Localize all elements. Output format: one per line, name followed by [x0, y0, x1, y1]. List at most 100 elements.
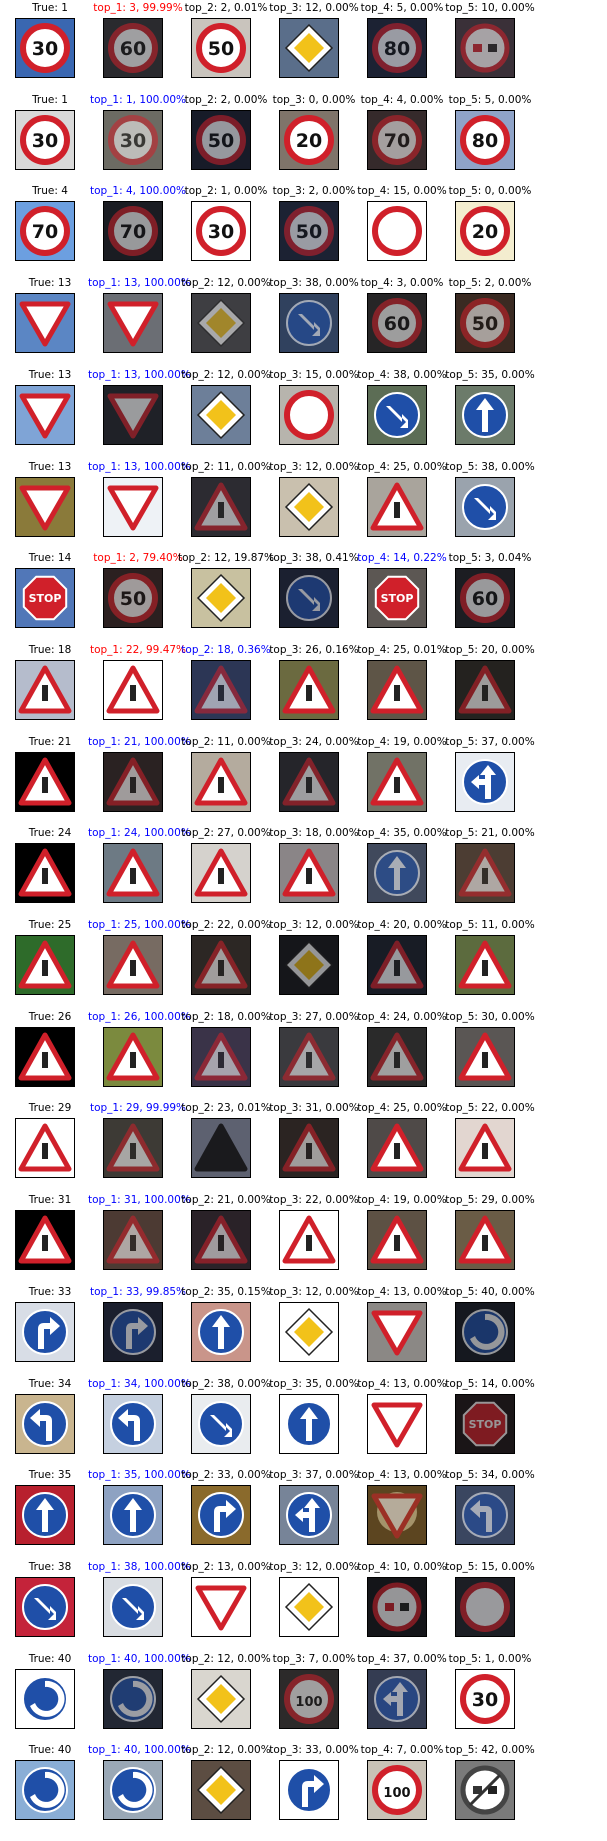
prediction-title: top_4: 5, 0.00% — [360, 2, 444, 14]
sign-speed50-icon: 50 — [456, 294, 514, 353]
sign-warning-icon — [192, 660, 250, 719]
prediction-cell: top_2: 35, 0.15% — [176, 1286, 276, 1366]
sign-image — [279, 843, 339, 904]
sign-speed20-icon: 20 — [456, 202, 514, 261]
sign-image — [15, 1118, 75, 1179]
svg-text:30: 30 — [32, 38, 58, 60]
prediction-title: top_3: 18, 0.00% — [269, 827, 359, 840]
sign-image: 100 — [367, 1760, 427, 1821]
prediction-cell: top_1: 38, 100.00% — [88, 1561, 191, 1641]
true-label-title: True: 4 — [32, 185, 68, 198]
sign-turnright-icon — [104, 1302, 162, 1361]
prediction-title: top_4: 20, 0.00% — [357, 919, 447, 931]
sign-image — [103, 1668, 163, 1729]
prediction-title: top_4: 13, 0.00% — [357, 1285, 447, 1298]
sign-novehicle-icon — [368, 202, 426, 261]
sign-image — [367, 1210, 427, 1271]
sign-warning-icon — [104, 936, 162, 994]
prediction-cell: top_4: 14, 0.22% STOP — [352, 552, 452, 632]
prediction-title: top_5: 40, 0.00% — [445, 1285, 535, 1298]
sign-image — [279, 751, 339, 812]
prediction-cell: top_3: 12, 0.00% — [264, 1286, 364, 1366]
prediction-cell: top_5: 10, 0.00% — [440, 2, 540, 82]
prediction-title: top_4: 4, 0.00% — [360, 93, 444, 106]
prediction-title: top_3: 31, 0.00% — [269, 1102, 359, 1115]
sign-image — [15, 476, 75, 537]
sign-image: 100 — [279, 1668, 339, 1729]
prediction-cell: top_3: 38, 0.00% — [264, 277, 364, 357]
prediction-title: top_3: 15, 0.00% — [269, 368, 359, 381]
prediction-title: top_3: 38, 0.00% — [269, 277, 359, 290]
sign-image — [279, 1026, 339, 1087]
sign-image — [367, 935, 427, 995]
prediction-cell: top_5: 22, 0.00% — [440, 1102, 540, 1182]
sign-warning-icon — [192, 936, 250, 994]
sign-image — [279, 1393, 339, 1454]
prediction-cell: top_5: 2, 0.00% 50 — [440, 277, 540, 357]
sign-roundabout-icon — [456, 1302, 514, 1361]
sign-warning-icon — [368, 1027, 426, 1086]
sign-image — [15, 1026, 75, 1087]
sign-nopass-icon — [368, 1577, 426, 1636]
prediction-cell: top_5: 20, 0.00% — [440, 644, 540, 724]
prediction-grid: True: 1 30 top_1: 3, 99.99% 60 top_2: 2, 0.0… — [0, 0, 607, 1841]
sign-image: 50 — [103, 568, 163, 629]
sign-warning-icon — [368, 936, 426, 994]
prediction-cell: top_2: 18, 0.00% — [176, 1011, 276, 1091]
sign-image — [279, 1576, 339, 1637]
sign-image — [279, 18, 339, 78]
true-label-title: True: 29 — [28, 1102, 72, 1115]
prediction-cell: top_3: 38, 0.41% — [264, 552, 364, 632]
prediction-title: top_1: 24, 100.00% — [88, 827, 191, 840]
sign-warning-icon — [280, 752, 338, 811]
svg-text:STOP: STOP — [29, 592, 62, 605]
sign-image: 30 — [191, 201, 251, 262]
sign-image — [279, 293, 339, 354]
sign-image — [15, 1760, 75, 1821]
prediction-title: top_5: 35, 0.00% — [445, 368, 535, 381]
prediction-title: top_4: 25, 0.01% — [357, 643, 447, 656]
sign-yield-icon — [16, 477, 74, 536]
sign-image — [367, 1301, 427, 1362]
sign-warning-icon — [192, 1027, 250, 1086]
sign-roundabout-icon — [16, 1761, 74, 1820]
prediction-cell: top_3: 7, 0.00% 100 — [264, 1653, 364, 1733]
sign-nopass-icon — [456, 19, 514, 77]
prediction-cell: top_1: 3, 99.99% 60 — [88, 2, 188, 82]
prediction-title: top_4: 14, 0.22% — [357, 552, 447, 565]
prediction-cell: top_1: 21, 100.00% — [88, 736, 191, 816]
prediction-title: top_1: 33, 99.85% — [89, 1285, 187, 1298]
true-label-cell: True: 34 — [0, 1378, 100, 1458]
sign-image — [279, 1118, 339, 1179]
sign-image — [191, 1485, 251, 1546]
sign-ahead-icon — [104, 1486, 162, 1545]
prediction-cell: top_3: 0, 0.00% 20 — [264, 94, 364, 174]
sign-image — [455, 1026, 515, 1087]
prediction-title: top_1: 31, 100.00% — [88, 1194, 191, 1207]
prediction-title: top_2: 12, 19.87% — [177, 552, 275, 565]
svg-text:30: 30 — [32, 130, 58, 152]
true-label-cell: True: 13 — [0, 369, 100, 449]
prediction-title: top_4: 19, 0.00% — [357, 1194, 447, 1207]
true-label-cell: True: 40 — [0, 1744, 100, 1824]
sign-speed70-icon: 70 — [104, 202, 162, 261]
prediction-cell: top_5: 3, 0.04% 60 — [440, 552, 540, 632]
sign-warning-icon — [368, 1119, 426, 1178]
prediction-title: top_1: 29, 99.99% — [89, 1102, 187, 1115]
sign-image — [103, 384, 163, 445]
sign-warning-icon — [16, 752, 74, 811]
sign-yield-icon — [368, 1394, 426, 1453]
true-label-cell: True: 29 — [0, 1102, 100, 1182]
prediction-title: top_1: 35, 100.00% — [88, 1469, 191, 1482]
true-label-title: True: 33 — [28, 1285, 72, 1298]
true-label-title: True: 26 — [28, 1010, 72, 1023]
true-label-cell: True: 4 70 — [0, 185, 100, 265]
sign-yield-icon — [192, 1577, 250, 1636]
true-label-cell: True: 1 30 — [0, 2, 100, 82]
sign-turnright-icon — [16, 1302, 74, 1361]
prediction-cell: top_3: 31, 0.00% — [264, 1102, 364, 1182]
prediction-title: top_4: 10, 0.00% — [357, 1560, 447, 1573]
sign-image — [455, 935, 515, 995]
sign-image — [191, 1210, 251, 1271]
sign-image — [103, 935, 163, 995]
